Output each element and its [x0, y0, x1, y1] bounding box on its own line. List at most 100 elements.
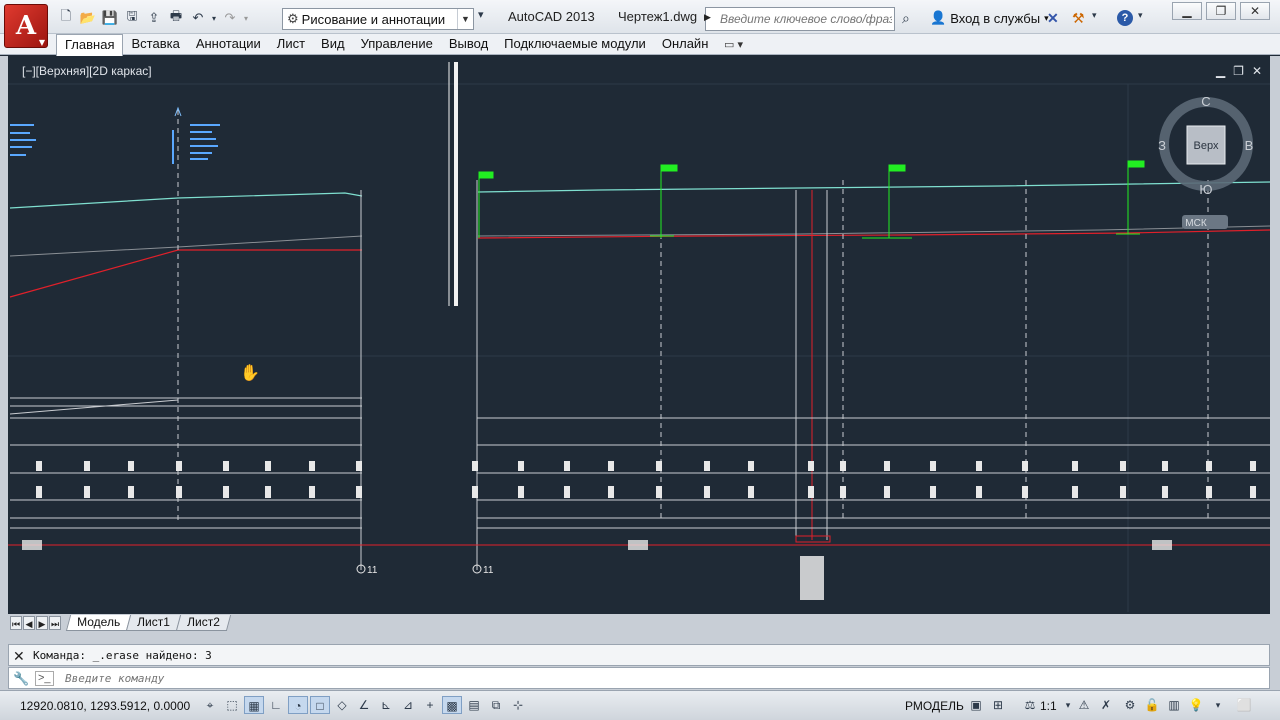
isolate-objects-icon[interactable]: 💡 [1186, 696, 1206, 714]
close-icon[interactable]: ✕ [13, 648, 25, 665]
tab-view[interactable]: Вид [313, 34, 353, 55]
restore-button[interactable]: ❐ [1206, 2, 1236, 20]
tab-insert[interactable]: Вставка [123, 34, 187, 55]
file-name: Чертеж1.dwg [617, 9, 698, 24]
quick-properties-icon[interactable]: ▤ [464, 696, 484, 714]
undo-icon[interactable]: ↶ [188, 9, 208, 27]
hardware-acceleration-icon[interactable]: ▥ [1164, 696, 1184, 714]
new-icon[interactable]: 🗋 [56, 8, 76, 27]
lock-icon[interactable]: 🔓 [1142, 696, 1162, 714]
viewport-controls[interactable]: [−][Верхняя][2D каркас] [22, 64, 152, 78]
coordinates-readout[interactable]: 12920.0810, 1293.5912, 0.0000 [20, 699, 190, 713]
next-layout-icon[interactable]: ▶ [36, 616, 48, 630]
redo-icon[interactable]: ↷ [220, 9, 240, 27]
application-menu-button[interactable]: A ▼ [4, 4, 48, 48]
quick-view-layouts-icon[interactable]: ▣ [966, 696, 986, 714]
red-bracket [795, 535, 831, 543]
annotation-visibility-icon[interactable]: ⚠ [1074, 696, 1094, 714]
undo-dropdown-icon[interactable]: ▾ [210, 9, 218, 27]
quick-view-drawings-icon[interactable]: ⊞ [988, 696, 1008, 714]
expand-icon[interactable]: ▶ [704, 12, 714, 23]
tab-layout2[interactable]: Лист2 [175, 615, 231, 631]
last-layout-icon[interactable]: ⏭ [49, 616, 61, 630]
wrench-icon[interactable]: 🔧 [13, 671, 29, 687]
save-as-icon[interactable]: 🖫 [122, 8, 142, 27]
osnap-icon[interactable]: □ [310, 696, 330, 714]
ortho-icon[interactable]: ∟ [266, 696, 286, 714]
selection-cycling-icon[interactable]: ⧉ [486, 696, 506, 714]
user-icon: 👤 [930, 10, 947, 25]
open-icon[interactable]: 📂 [78, 9, 98, 27]
viewport-restore-icon[interactable]: ❐ [1233, 64, 1244, 78]
grid-icon[interactable]: ▦ [244, 696, 264, 714]
redo-dropdown-icon[interactable]: ▾ [242, 9, 250, 27]
help-icon[interactable]: ? [1117, 10, 1133, 26]
model-space-toggle[interactable]: РМОДЕЛЬ [905, 699, 964, 713]
signin-label: Вход в службы [950, 10, 1041, 26]
otrack-icon[interactable]: ∠ [354, 696, 374, 714]
prev-layout-icon[interactable]: ◀ [23, 616, 35, 630]
3d-osnap-icon[interactable]: ◇ [332, 696, 352, 714]
polar-icon[interactable]: ◔ [288, 696, 308, 714]
tab-manage[interactable]: Управление [353, 34, 441, 55]
compass-west[interactable]: З [1158, 138, 1166, 153]
viewport-minimize-icon[interactable]: ▁ [1216, 64, 1225, 78]
tab-home[interactable]: Главная [56, 34, 124, 56]
chevron-down-icon: ▼ [457, 9, 473, 29]
workspace-switch-icon[interactable]: ⚙ [1120, 696, 1140, 714]
tab-output[interactable]: Вывод [441, 34, 496, 55]
clean-screen-icon[interactable]: ⬜ [1234, 696, 1254, 714]
annotation-scale[interactable]: 1:1 [1040, 699, 1057, 713]
viewport-close-icon[interactable]: ✕ [1252, 64, 1262, 78]
binoculars-icon[interactable]: ⌕ [902, 10, 910, 27]
auto-scale-icon[interactable]: ✗ [1096, 696, 1116, 714]
title-bar: A ▼ 🗋 📂 💾 🖫 ⇪ 🖶 ↶ ▾ ↷ ▾ ⚙ Рисование и анн… [0, 0, 1280, 48]
tab-online[interactable]: Онлайн [654, 34, 717, 55]
command-area: ✕ Команда: _.erase найдено: 3 🔧 >_ [0, 632, 1280, 690]
viewcube[interactable]: Верх С Ю З В МСК [1158, 94, 1253, 229]
profile-bands-right [477, 417, 1270, 529]
drawing-area[interactable]: 11 11 ✋ Верх С Ю З В МСК [−][Верхняя][2D… [0, 56, 1280, 614]
tab-model[interactable]: Модель [65, 615, 132, 631]
search-input[interactable] [720, 11, 892, 27]
compass-north[interactable]: С [1201, 94, 1210, 109]
publish-icon[interactable]: ⇪ [144, 9, 164, 27]
snap-icon[interactable]: ⬚ [222, 696, 242, 714]
infocenter-search: ▶ [704, 7, 895, 31]
autodesk-app-icon[interactable]: ⚒ [1072, 10, 1085, 27]
infer-constraints-icon[interactable]: ⌖ [200, 696, 220, 714]
compass-south[interactable]: Ю [1199, 182, 1212, 197]
command-input[interactable] [65, 671, 965, 686]
tab-layout[interactable]: Лист [269, 34, 313, 55]
chevron-down-icon[interactable]: ▾ [1208, 696, 1228, 714]
quick-access-toolbar: 🗋 📂 💾 🖫 ⇪ 🖶 ↶ ▾ ↷ ▾ [56, 8, 250, 27]
curve-data-left [10, 124, 220, 164]
annotation-monitor-icon[interactable]: ⊹ [508, 696, 528, 714]
signin-button[interactable]: 👤 Вход в службы ▾ [930, 10, 1049, 26]
save-icon[interactable]: 💾 [100, 9, 120, 27]
tab-layout1[interactable]: Лист1 [125, 615, 181, 631]
print-icon[interactable]: 🖶 [166, 8, 186, 27]
qat-customize-icon[interactable]: ▾ [478, 8, 484, 21]
recent-commands-icon[interactable]: >_ [35, 671, 54, 686]
ucs-menu[interactable]: МСК [1185, 218, 1207, 229]
viewcube-face[interactable]: Верх [1194, 140, 1219, 152]
command-history-text: Команда: _.erase найдено: 3 [33, 649, 212, 662]
close-button[interactable]: ✕ [1240, 2, 1270, 20]
ducs-icon[interactable]: ⊾ [376, 696, 396, 714]
drawing-canvas[interactable]: 11 11 ✋ Верх С Ю З В МСК [8, 56, 1270, 614]
chevron-down-icon[interactable]: ▾ [1138, 10, 1143, 21]
tab-plugins[interactable]: Подключаемые модули [496, 34, 654, 55]
tab-annotate[interactable]: Аннотации [188, 34, 269, 55]
chevron-down-icon[interactable]: ▾ [1092, 10, 1097, 21]
transparency-icon[interactable]: ▩ [442, 696, 462, 714]
minimize-button[interactable]: ▁ [1172, 2, 1202, 20]
exchange-icon[interactable]: ✕ [1047, 10, 1059, 27]
compass-east[interactable]: В [1245, 138, 1254, 153]
ribbon-display-toggle[interactable]: ▭ ▾ [724, 38, 743, 51]
first-layout-icon[interactable]: ⏮ [10, 616, 22, 630]
annotation-scale-icon[interactable]: ⚖ [1020, 696, 1040, 714]
dyn-icon[interactable]: ⊿ [398, 696, 418, 714]
workspace-select[interactable]: ⚙ Рисование и аннотации ▼ [282, 8, 474, 30]
lineweight-icon[interactable]: + [420, 696, 440, 714]
